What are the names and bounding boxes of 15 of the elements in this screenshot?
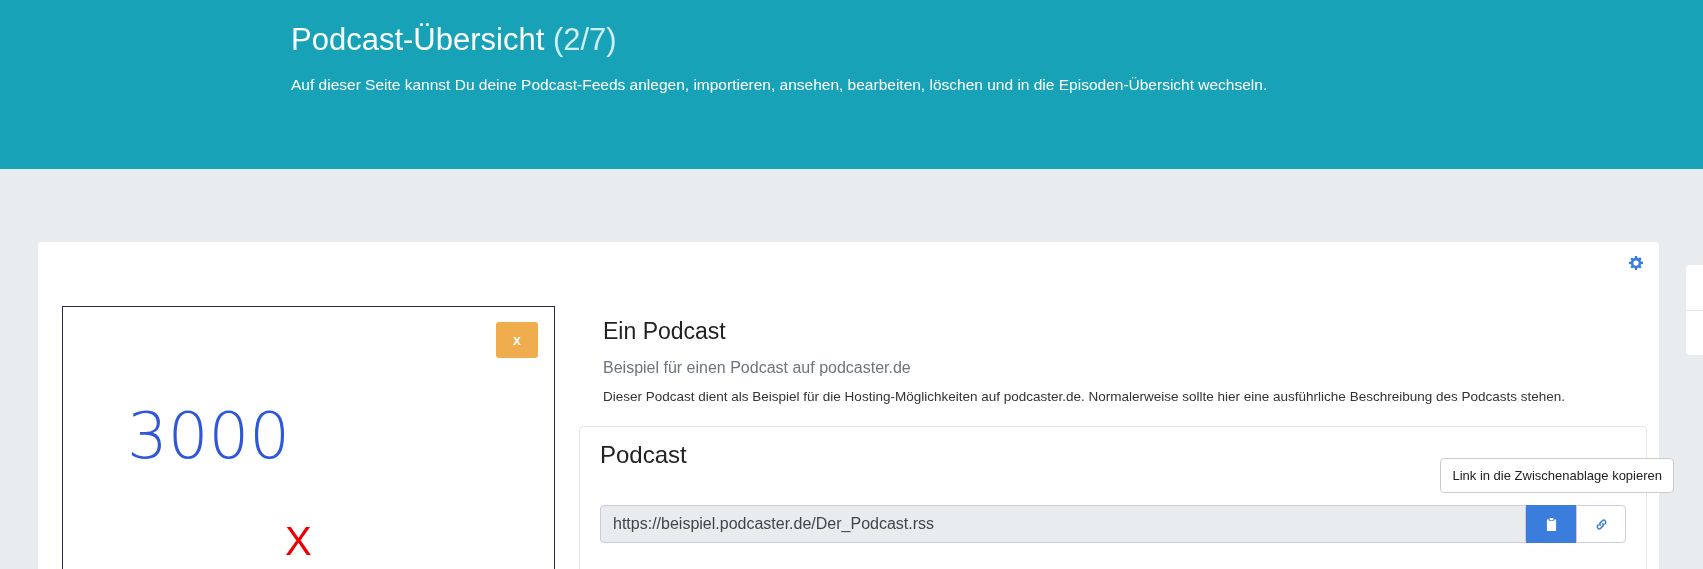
cover-mark: X bbox=[285, 521, 312, 561]
link-icon bbox=[1594, 517, 1608, 531]
podcast-name: Ein Podcast bbox=[603, 318, 727, 345]
page-description: Auf dieser Seite kannst Du deine Podcast-Feeds anlegen, importieren, ansehen, bearbeiten, löschen und in die Episoden-Übersicht wechseln. bbox=[291, 76, 1269, 94]
feed-heading: Podcast bbox=[600, 441, 688, 469]
settings-icon[interactable] bbox=[1629, 256, 1643, 270]
podcast-description: Dieser Podcast dient als Beispiel für die Hosting-Möglichkeiten auf podcaster.de. Normalerweise sollte hier eine ausführliche Beschreibung des Podcasts stehen. bbox=[603, 389, 1567, 404]
page-title: Podcast-Übersicht (2/7) bbox=[291, 22, 618, 58]
copy-button[interactable] bbox=[1526, 505, 1576, 543]
feed-url-field[interactable]: https://beispiel.podcaster.de/Der_Podcast.rss bbox=[600, 505, 1526, 543]
cover-number: 3000 bbox=[127, 399, 290, 473]
tooltip: Link in die Zwischenablage kopieren bbox=[1440, 458, 1674, 493]
clipboard-icon bbox=[1545, 517, 1557, 531]
podcast-subtitle: Beispiel für einen Podcast auf podcaster.de bbox=[603, 359, 912, 377]
open-link-button[interactable] bbox=[1576, 505, 1626, 543]
